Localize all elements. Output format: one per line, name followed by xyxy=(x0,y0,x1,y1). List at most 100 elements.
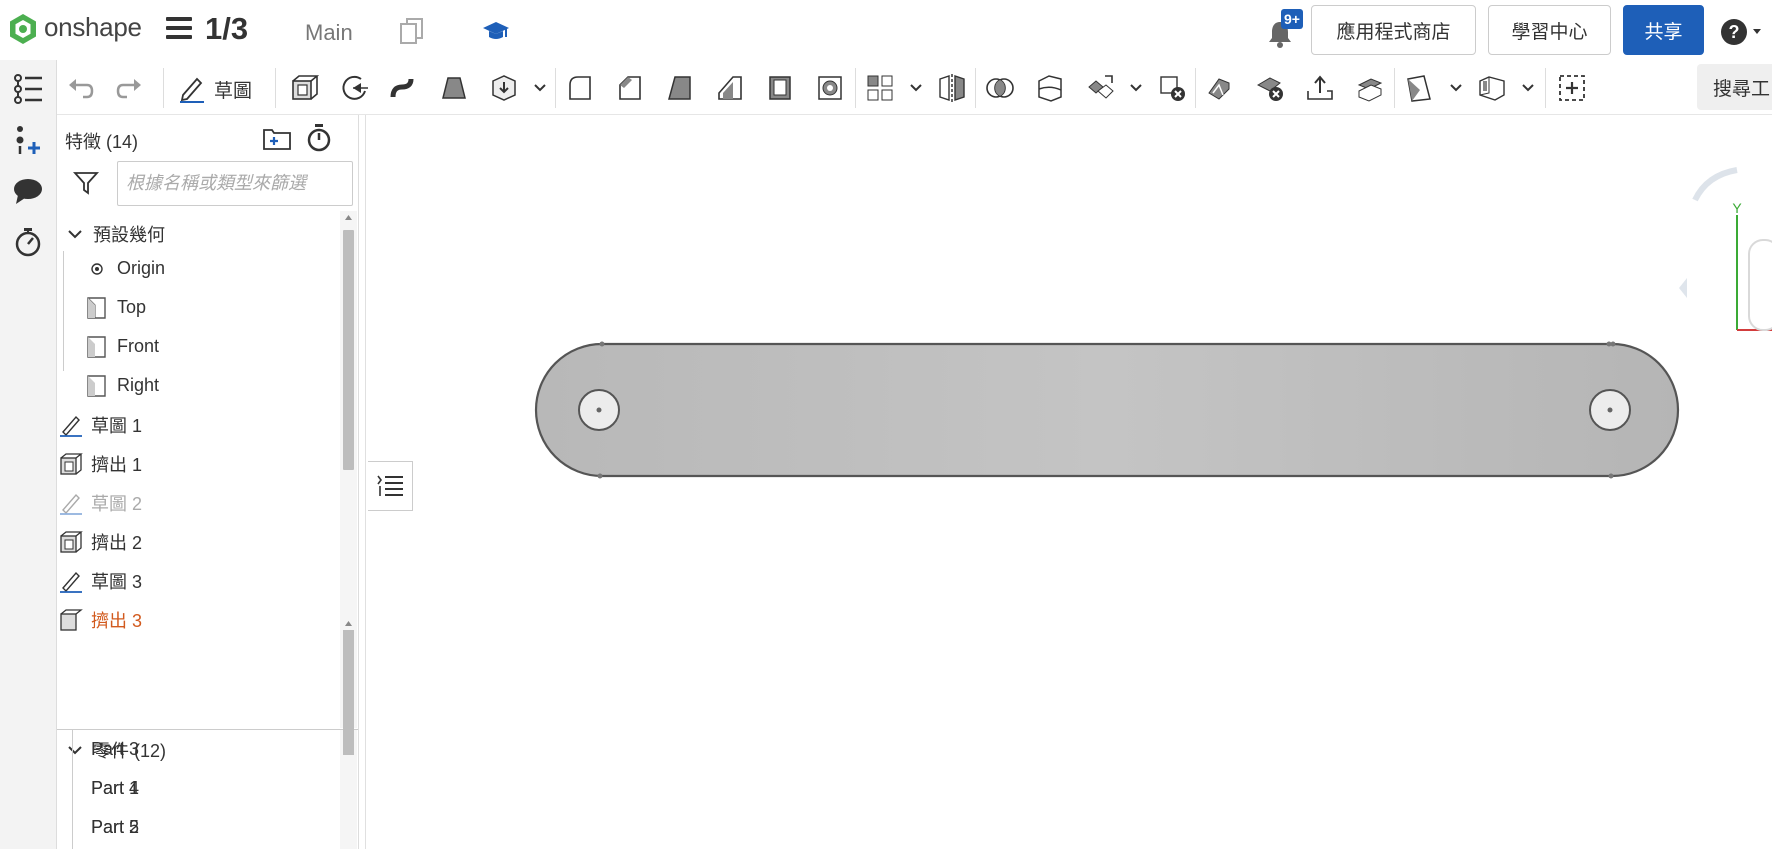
app-store-button[interactable]: 應用程式商店 xyxy=(1311,5,1476,55)
chevron-down-icon[interactable] xyxy=(531,73,549,103)
chevron-down-icon[interactable] xyxy=(907,73,925,103)
feature-list-icon[interactable] xyxy=(12,72,44,104)
extrude-icon[interactable] xyxy=(289,73,319,103)
feature-item-extrude-1[interactable]: 擠出 1 xyxy=(59,444,340,483)
feature-list-toggle-tab[interactable] xyxy=(368,461,413,511)
sketch-pencil-icon xyxy=(60,415,82,437)
part-label: Part 4 xyxy=(91,778,140,798)
plane-label: Origin xyxy=(117,258,166,278)
delete-face-icon[interactable] xyxy=(1255,73,1285,103)
default-geometry-label: 預設幾何 xyxy=(93,224,165,245)
sketch-pencil-icon xyxy=(60,571,82,593)
fillet-icon[interactable] xyxy=(565,73,595,103)
y-axis-label: Y xyxy=(1732,200,1742,216)
part-item[interactable]: Part 5 xyxy=(91,808,340,847)
add-variable-icon[interactable] xyxy=(12,124,44,156)
feature-item-sketch-2-suppressed[interactable]: 草圖 2 xyxy=(59,483,340,522)
feature-tree-scroll-thumb[interactable] xyxy=(343,230,354,470)
feature-label: 擠出 3 xyxy=(91,610,143,631)
feature-list-title: 特徵 (14) xyxy=(65,132,139,152)
onshape-logo-icon[interactable] xyxy=(6,12,40,46)
feature-item-sketch-3[interactable]: 草圖 3 xyxy=(59,561,340,600)
plane-item-top[interactable]: Top xyxy=(85,288,340,327)
chevron-down-icon[interactable] xyxy=(1519,73,1537,103)
model-canvas[interactable] xyxy=(367,115,1772,849)
plane-icon xyxy=(87,296,106,319)
feature-item-extrude-2[interactable]: 擠出 2 xyxy=(59,522,340,561)
sketch-pencil-icon[interactable] xyxy=(177,73,207,103)
comment-icon[interactable] xyxy=(12,175,44,207)
feature-label: 草圖 1 xyxy=(91,415,143,436)
feature-filter-input[interactable] xyxy=(117,161,353,206)
graduation-cap-icon[interactable] xyxy=(482,18,510,44)
move-face-icon[interactable] xyxy=(1305,73,1335,103)
revolve-icon[interactable] xyxy=(339,73,369,103)
scroll-up-arrow-icon[interactable] xyxy=(343,618,354,628)
sweep-icon[interactable] xyxy=(389,73,419,103)
mate-connector-icon[interactable] xyxy=(1477,73,1507,103)
learning-center-button[interactable]: 學習中心 xyxy=(1488,5,1611,55)
scroll-up-arrow-icon[interactable] xyxy=(343,212,354,222)
graphics-viewport[interactable]: Y xyxy=(367,115,1772,849)
performance-stopwatch-icon[interactable] xyxy=(12,226,44,258)
plane-item-right[interactable]: Right xyxy=(85,366,340,405)
view-cube[interactable]: Y xyxy=(1667,150,1772,340)
modify-fillet-icon[interactable] xyxy=(1205,73,1235,103)
parts-scroll-thumb[interactable] xyxy=(343,630,354,755)
origin-icon xyxy=(91,262,103,275)
loft-icon[interactable] xyxy=(439,73,469,103)
tree-guide-line xyxy=(63,251,64,371)
chevron-down-icon[interactable] xyxy=(1127,73,1145,103)
share-button[interactable]: 共享 xyxy=(1623,5,1704,55)
brand-name[interactable]: onshape xyxy=(44,12,142,43)
filter-funnel-icon[interactable] xyxy=(73,171,99,195)
default-geometry-group[interactable]: 預設幾何 xyxy=(67,214,340,253)
tree-guide-line xyxy=(72,730,73,849)
rollback-stopwatch-icon[interactable] xyxy=(306,123,332,153)
top-bar: onshape 1/3 Main 9+ 應用程式商店 學習中心 共享 ? xyxy=(0,0,1772,60)
origin-item[interactable]: Origin xyxy=(85,249,340,288)
add-custom-feature-icon[interactable] xyxy=(1557,73,1587,103)
part-label: Part 3 xyxy=(91,739,140,759)
feature-item-sketch-1[interactable]: 草圖 1 xyxy=(59,405,340,444)
notification-badge: 9+ xyxy=(1281,9,1303,29)
document-counter[interactable]: 1/3 xyxy=(205,11,248,47)
plane-label: Top xyxy=(117,297,147,317)
thicken-icon[interactable] xyxy=(489,73,519,103)
extrude-icon xyxy=(60,530,83,553)
split-icon[interactable] xyxy=(1035,73,1065,103)
chevron-down-icon[interactable] xyxy=(67,226,83,242)
plane-icon xyxy=(87,374,106,397)
feature-item-extrude-3-error[interactable]: 擠出 3 xyxy=(59,600,340,639)
hole-icon[interactable] xyxy=(815,73,845,103)
transform-icon[interactable] xyxy=(1085,73,1115,103)
help-icon[interactable]: ? xyxy=(1720,18,1768,46)
pattern-icon[interactable] xyxy=(865,73,895,103)
part-item[interactable]: Part 3 xyxy=(91,730,340,769)
plane-item-front[interactable]: Front xyxy=(85,327,340,366)
shell-icon[interactable] xyxy=(765,73,795,103)
delete-part-icon[interactable] xyxy=(1157,73,1187,103)
sketch-pencil-icon xyxy=(60,493,82,515)
plane-icon[interactable] xyxy=(1404,73,1434,103)
sketch-button-label[interactable]: 草圖 xyxy=(214,76,252,103)
undo-icon[interactable] xyxy=(65,73,95,103)
svg-text:?: ? xyxy=(1729,22,1740,42)
part-item[interactable]: Part 4 xyxy=(91,769,340,808)
workspace-name[interactable]: Main xyxy=(305,20,353,46)
viewport-divider[interactable] xyxy=(365,115,366,849)
search-tools-button[interactable]: 搜尋工 xyxy=(1697,64,1772,110)
draft-icon[interactable] xyxy=(665,73,695,103)
redo-icon[interactable] xyxy=(115,73,145,103)
add-folder-icon[interactable] xyxy=(262,125,292,151)
rib-icon[interactable] xyxy=(715,73,745,103)
document-copy-icon[interactable] xyxy=(398,16,426,46)
feature-tree: 預設幾何 Origin Top Front Right 草圖 1 擠出 1 草圖… xyxy=(57,211,340,728)
mirror-icon[interactable] xyxy=(937,73,967,103)
link-part-body[interactable] xyxy=(534,342,1680,478)
menu-icon[interactable] xyxy=(166,17,192,43)
chamfer-icon[interactable] xyxy=(615,73,645,103)
boolean-icon[interactable] xyxy=(985,73,1015,103)
chevron-down-icon[interactable] xyxy=(1447,73,1465,103)
replace-face-icon[interactable] xyxy=(1355,73,1385,103)
